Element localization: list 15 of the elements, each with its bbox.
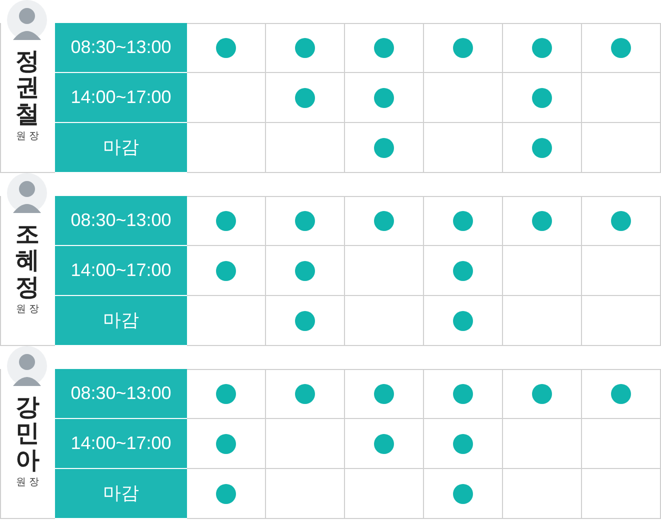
time-cell: 14:00~17:00 — [55, 419, 187, 469]
doctor-title: 원장 — [15, 476, 42, 490]
doctor-name: 강민아 — [16, 394, 40, 474]
time-cell: 마감 — [55, 123, 187, 173]
time-cell: 마감 — [55, 469, 187, 519]
time-cell: 08:30~13:00 — [55, 196, 187, 246]
time-cell: 마감 — [55, 296, 187, 346]
doctor-name: 조혜정 — [16, 221, 40, 300]
time-cell: 14:00~17:00 — [55, 246, 187, 296]
doctor-title: 원장 — [15, 130, 42, 144]
time-cell: 08:30~13:00 — [55, 23, 187, 73]
doctor-name: 정권철 — [16, 48, 40, 128]
time-cell: 08:30~13:00 — [55, 369, 187, 419]
doctor-title: 원장 — [15, 303, 42, 318]
time-cell: 14:00~17:00 — [55, 73, 187, 123]
